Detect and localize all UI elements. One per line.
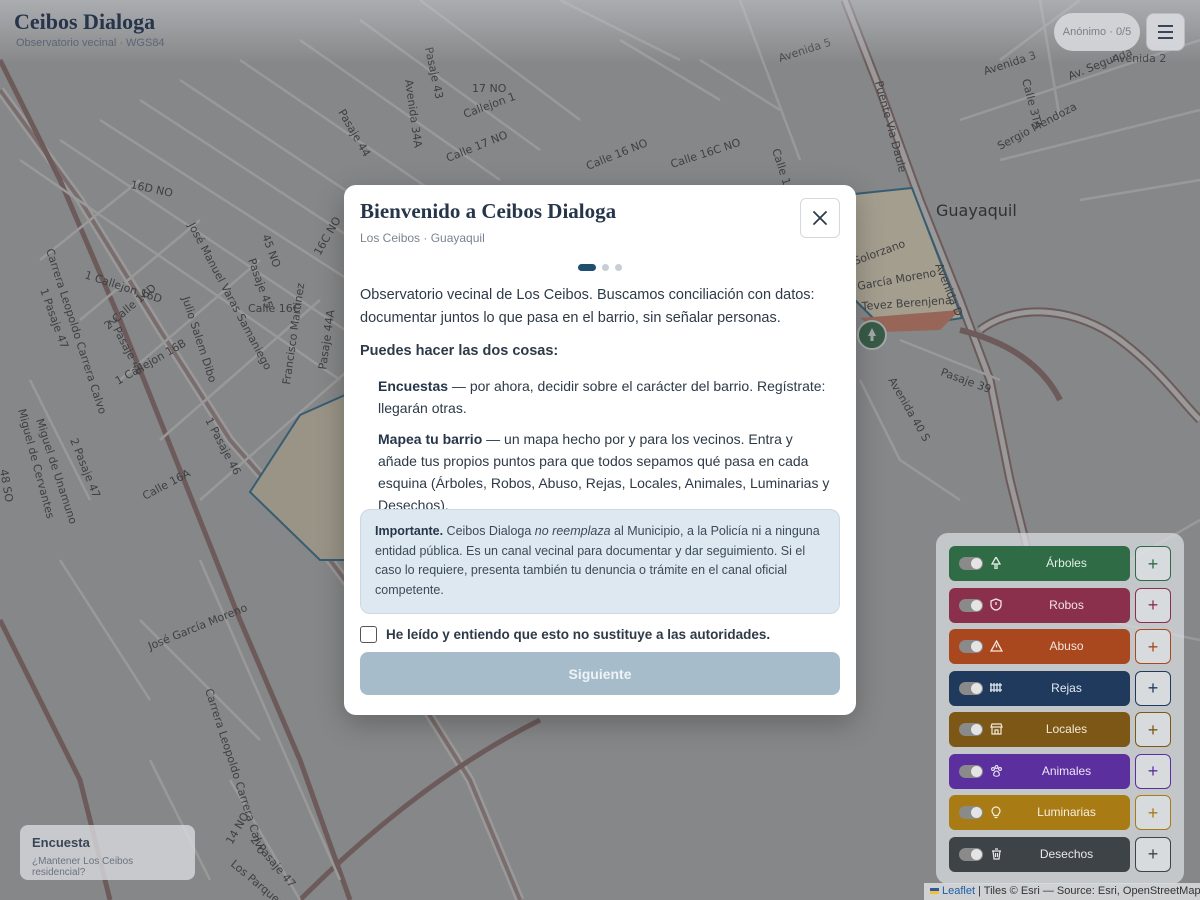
add-point-button[interactable]: + bbox=[1135, 795, 1171, 830]
menu-button[interactable] bbox=[1146, 13, 1185, 51]
toggle-switch[interactable] bbox=[959, 806, 983, 819]
layer-row: Robos + bbox=[949, 587, 1171, 623]
layer-label: Rejas bbox=[1051, 680, 1082, 695]
toggle-switch[interactable] bbox=[959, 640, 983, 653]
add-point-button[interactable]: + bbox=[1135, 670, 1171, 706]
notice-title: Importante. bbox=[375, 524, 444, 538]
close-button[interactable] bbox=[800, 198, 840, 238]
toggle-switch[interactable] bbox=[959, 557, 983, 570]
layer-row: Árboles + bbox=[949, 546, 1171, 581]
layer-label: Robos bbox=[1049, 597, 1084, 612]
layer-toggle-5[interactable]: Animales bbox=[949, 753, 1130, 789]
close-icon bbox=[813, 211, 827, 225]
survey-card[interactable]: Encuesta ¿Mantener Los Ceibos residencia… bbox=[20, 825, 195, 880]
option-surveys-title: Encuestas bbox=[378, 378, 449, 394]
next-button[interactable]: Siguiente bbox=[360, 652, 840, 695]
toggle-switch[interactable] bbox=[959, 847, 983, 861]
layer-label: Animales bbox=[1041, 763, 1092, 778]
welcome-modal: Bienvenido a Ceibos Dialoga Los Ceibos ·… bbox=[344, 185, 856, 715]
modal-title: Bienvenido a Ceibos Dialoga bbox=[360, 199, 617, 223]
trash-icon bbox=[989, 846, 1003, 862]
step-dot-1 bbox=[578, 264, 596, 271]
survey-title: Encuesta bbox=[32, 835, 90, 850]
add-point-button[interactable]: + bbox=[1135, 629, 1171, 664]
layer-label: Desechos bbox=[1039, 846, 1094, 861]
map-attribution: Leaflet | Tiles © Esri — Source: Esri, O… bbox=[924, 883, 1200, 900]
store-icon bbox=[989, 721, 1003, 737]
layer-row: Rejas + bbox=[949, 670, 1171, 706]
options-heading: Puedes hacer las dos cosas: bbox=[360, 343, 559, 359]
hamburger-icon bbox=[1158, 31, 1173, 33]
brand-subtitle: Observatorio vecinal · WGS84 bbox=[16, 37, 165, 49]
step-dot-2 bbox=[602, 264, 609, 271]
layer-toggle-7[interactable]: Desechos bbox=[949, 836, 1130, 872]
shield-icon bbox=[989, 597, 1003, 613]
layer-row: Locales + bbox=[949, 712, 1171, 747]
paw-icon bbox=[989, 763, 1003, 779]
option-map: Mapea tu barrio — un mapa hecho por y pa… bbox=[378, 428, 834, 516]
add-point-button[interactable]: + bbox=[1135, 753, 1171, 789]
layer-toggle-3[interactable]: Rejas bbox=[949, 670, 1130, 706]
layer-label: Abuso bbox=[1049, 639, 1084, 653]
bulb-icon bbox=[989, 804, 1003, 820]
toggle-switch[interactable] bbox=[959, 598, 983, 612]
warning-icon bbox=[989, 638, 1003, 654]
acknowledge-label[interactable]: He leído y entiendo que esto no sustituy… bbox=[386, 627, 770, 642]
notice-emphasis: no reemplaza bbox=[534, 524, 611, 538]
user-status-pill[interactable]: Anónimo · 0/5 bbox=[1054, 13, 1140, 51]
important-notice: Importante. Ceibos Dialoga no reemplaza … bbox=[360, 509, 840, 614]
option-map-title: Mapea tu barrio bbox=[378, 431, 483, 447]
leaflet-link[interactable]: Leaflet bbox=[942, 885, 975, 897]
option-surveys: Encuestas — por ahora, decidir sobre el … bbox=[378, 375, 834, 419]
fence-icon bbox=[989, 680, 1003, 696]
layer-label: Luminarias bbox=[1037, 805, 1096, 819]
add-point-button[interactable]: + bbox=[1135, 587, 1171, 623]
hamburger-icon bbox=[1158, 37, 1173, 39]
toggle-switch[interactable] bbox=[959, 723, 983, 736]
toggle-switch[interactable] bbox=[959, 764, 983, 778]
layer-row: Desechos + bbox=[949, 836, 1171, 872]
step-indicator bbox=[578, 264, 622, 271]
top-bar: Ceibos Dialoga Observatorio vecinal · WG… bbox=[0, 0, 1200, 64]
layer-toggle-1[interactable]: Robos bbox=[949, 587, 1130, 623]
layer-row: Luminarias + bbox=[949, 795, 1171, 830]
hamburger-icon bbox=[1158, 25, 1173, 27]
layer-label: Árboles bbox=[1046, 556, 1087, 570]
add-point-button[interactable]: + bbox=[1135, 546, 1171, 581]
layer-toggle-2[interactable]: Abuso bbox=[949, 629, 1130, 664]
acknowledge-row[interactable]: He leído y entiendo que esto no sustituy… bbox=[360, 626, 770, 643]
layer-row: Abuso + bbox=[949, 629, 1171, 664]
intro-text: Observatorio vecinal de Los Ceibos. Busc… bbox=[360, 287, 815, 326]
acknowledge-checkbox[interactable] bbox=[360, 626, 377, 643]
layer-toggle-0[interactable]: Árboles bbox=[949, 546, 1130, 581]
flag-icon bbox=[930, 888, 939, 895]
toggle-switch[interactable] bbox=[959, 681, 983, 695]
step-dot-3 bbox=[615, 264, 622, 271]
add-point-button[interactable]: + bbox=[1135, 712, 1171, 747]
layers-panel: Árboles + Robos + Abuso + Rejas + Locales + Animal… bbox=[936, 533, 1184, 884]
layer-label: Locales bbox=[1045, 722, 1088, 736]
notice-part1: Ceibos Dialoga bbox=[443, 524, 535, 538]
modal-subtitle: Los Ceibos · Guayaquil bbox=[360, 231, 485, 245]
layer-toggle-4[interactable]: Locales bbox=[949, 712, 1130, 747]
tree-icon bbox=[989, 555, 1003, 571]
tiles-credit: | Tiles © Esri — Source: Esri, OpenStree… bbox=[975, 885, 1200, 897]
layer-toggle-6[interactable]: Luminarias bbox=[949, 795, 1130, 830]
layer-row: Animales + bbox=[949, 753, 1171, 789]
survey-question: ¿Mantener Los Ceibos residencial? bbox=[32, 856, 134, 878]
add-point-button[interactable]: + bbox=[1135, 836, 1171, 872]
brand-title: Ceibos Dialoga bbox=[14, 9, 156, 34]
